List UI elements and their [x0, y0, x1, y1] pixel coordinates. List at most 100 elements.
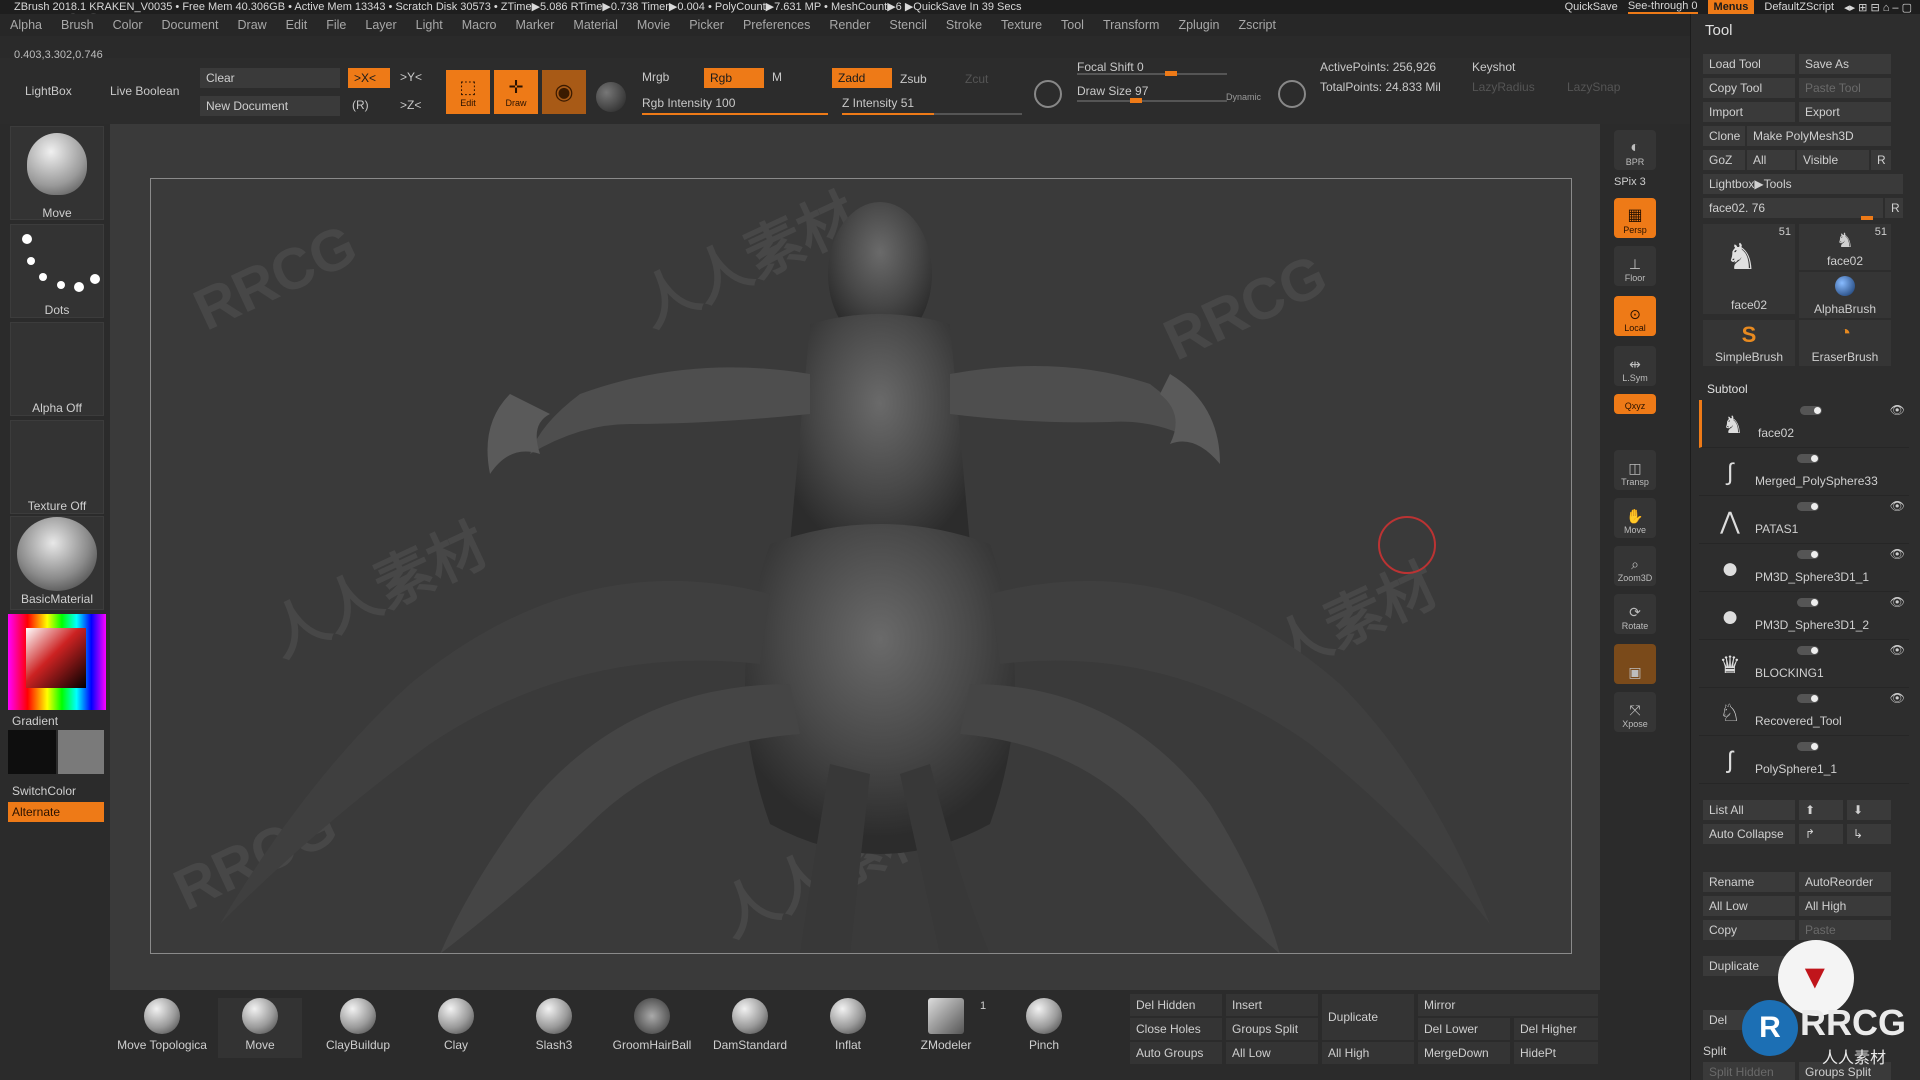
draw-button[interactable]: ✛ Draw — [494, 70, 538, 114]
brush-damstandard[interactable]: DamStandard — [708, 998, 792, 1058]
goz-r-button[interactable]: R — [1871, 150, 1891, 170]
brush-move-topological[interactable]: Move Topologica — [117, 998, 207, 1058]
import-button[interactable]: Import — [1703, 102, 1795, 122]
menu-picker[interactable]: Picker — [689, 18, 724, 32]
subtool-row[interactable]: ♛ 👁 BLOCKING1 — [1699, 640, 1909, 688]
bpr-button[interactable]: ◐ BPR — [1614, 130, 1656, 170]
brush-slash3[interactable]: Slash3 — [512, 998, 596, 1058]
all-low-bottom-button[interactable]: All Low — [1226, 1042, 1318, 1064]
alternate-button[interactable]: Alternate — [8, 802, 104, 822]
tool-slider-r-button[interactable]: R — [1885, 198, 1903, 218]
tool-thumb-face02[interactable]: ♞ 51 face02 — [1799, 224, 1891, 270]
copy-subtool-button[interactable]: Copy — [1703, 920, 1795, 940]
subtool-header[interactable]: Subtool — [1707, 382, 1748, 396]
menu-material[interactable]: Material — [573, 18, 617, 32]
tool-slider-knob[interactable] — [1861, 216, 1873, 220]
subtool-row[interactable]: ● 👁 PM3D_Sphere3D1_1 — [1699, 544, 1909, 592]
close-holes-button[interactable]: Close Holes — [1130, 1018, 1222, 1040]
subtool-toggle[interactable] — [1800, 406, 1822, 415]
zcut-button[interactable]: Zcut — [965, 72, 988, 86]
m-button[interactable]: M — [772, 70, 782, 84]
menu-document[interactable]: Document — [162, 18, 219, 32]
eye-icon[interactable]: 👁 — [1890, 691, 1905, 705]
rgb-intensity-slider[interactable]: Rgb Intensity 100 — [642, 96, 735, 110]
brush-pinch[interactable]: Pinch — [1002, 998, 1086, 1058]
subtool-toggle[interactable] — [1797, 694, 1819, 703]
all-high-button[interactable]: All High — [1799, 896, 1891, 916]
tool-thumb-eraserbrush[interactable]: ◔ EraserBrush — [1799, 320, 1891, 366]
tool-thumb-alphabrush[interactable]: AlphaBrush — [1799, 272, 1891, 318]
rgb-intensity-track[interactable] — [642, 113, 828, 115]
auto-collapse-button[interactable]: Auto Collapse — [1703, 824, 1795, 844]
paste-subtool-button[interactable]: Paste — [1799, 920, 1891, 940]
lightbox-button[interactable]: LightBox — [25, 84, 72, 98]
focal-shift-icon[interactable] — [1034, 80, 1062, 108]
subtool-row[interactable]: ♘ 👁 Recovered_Tool — [1699, 688, 1909, 736]
persp-button[interactable]: ▦ Persp — [1614, 198, 1656, 238]
clone-button[interactable]: Clone — [1703, 126, 1745, 146]
menu-movie[interactable]: Movie — [637, 18, 670, 32]
rgb-button[interactable]: Rgb — [704, 68, 764, 88]
menu-stencil[interactable]: Stencil — [889, 18, 927, 32]
focal-shift-track[interactable] — [1077, 73, 1227, 75]
secondary-color-swatch[interactable] — [58, 730, 104, 774]
z-intensity-slider[interactable]: Z Intensity 51 — [842, 96, 914, 110]
subtool-toggle[interactable] — [1797, 502, 1819, 511]
dynamic-toggle[interactable]: Dynamic — [1226, 92, 1261, 102]
window-controls-icon[interactable]: ◂▸ ⊞ ⊟ ⌂ – ▢ — [1844, 1, 1912, 14]
color-picker[interactable] — [8, 614, 106, 710]
clear-button[interactable]: Clear — [200, 68, 340, 88]
auto-groups-button[interactable]: Auto Groups — [1130, 1042, 1222, 1064]
menu-layer[interactable]: Layer — [365, 18, 396, 32]
menu-zplugin[interactable]: Zplugin — [1178, 18, 1219, 32]
seethrough-slider[interactable]: See-through 0 — [1627, 0, 1698, 14]
brush-move[interactable]: Move — [218, 998, 302, 1058]
live-boolean-button[interactable]: Live Boolean — [110, 84, 179, 98]
local-button[interactable]: ⊙ Local — [1614, 296, 1656, 336]
subtool-row[interactable]: ⋀ 👁 PATAS1 — [1699, 496, 1909, 544]
zadd-button[interactable]: Zadd — [832, 68, 892, 88]
all-high-bottom-button[interactable]: All High — [1322, 1042, 1414, 1064]
menu-stroke[interactable]: Stroke — [946, 18, 982, 32]
menu-draw[interactable]: Draw — [238, 18, 267, 32]
xpose-button[interactable]: ⤧ Xpose — [1614, 692, 1656, 732]
gradient-label[interactable]: Gradient — [12, 714, 106, 728]
del-lower-button[interactable]: Del Lower — [1418, 1018, 1510, 1040]
goz-button[interactable]: GoZ — [1703, 150, 1745, 170]
keyshot-button[interactable]: Keyshot — [1472, 60, 1515, 74]
new-document-button[interactable]: New Document — [200, 96, 340, 116]
all-low-button[interactable]: All Low — [1703, 896, 1795, 916]
menu-file[interactable]: File — [326, 18, 346, 32]
hidept-button[interactable]: HidePt — [1514, 1042, 1598, 1064]
switchcolor-button[interactable]: SwitchColor — [12, 784, 106, 798]
lazy-radius-slider[interactable]: LazyRadius — [1472, 80, 1535, 94]
draw-size-knob[interactable] — [1130, 98, 1142, 103]
z-symmetry-toggle[interactable]: >Z< — [400, 98, 421, 112]
dynamic-icon[interactable] — [1278, 80, 1306, 108]
subtool-toggle[interactable] — [1797, 550, 1819, 559]
transp-button[interactable]: ◫ Transp — [1614, 450, 1656, 490]
tool-slider[interactable]: face02. 76 — [1703, 198, 1883, 218]
menu-macro[interactable]: Macro — [462, 18, 497, 32]
subtool-row[interactable]: ʃ PolySphere1_1 — [1699, 736, 1909, 784]
menu-edit[interactable]: Edit — [286, 18, 308, 32]
material-button[interactable]: ◉ — [542, 70, 586, 114]
rotate-button[interactable]: ⟳ Rotate — [1614, 594, 1656, 634]
save-as-button[interactable]: Save As — [1799, 54, 1891, 74]
lsym-button[interactable]: ⇹ L.Sym — [1614, 346, 1656, 386]
mergedown-button[interactable]: MergeDown — [1418, 1042, 1510, 1064]
brush-claybuildup[interactable]: ClayBuildup — [316, 998, 400, 1058]
load-tool-button[interactable]: Load Tool — [1703, 54, 1795, 74]
tool-thumb-face02-large[interactable]: ♞ 51 face02 — [1703, 224, 1795, 314]
spix-slider[interactable]: SPix 3 — [1614, 176, 1646, 188]
z-intensity-track[interactable] — [842, 113, 1022, 115]
goz-visible-button[interactable]: Visible — [1797, 150, 1869, 170]
focal-shift-knob[interactable] — [1165, 71, 1177, 76]
list-all-button[interactable]: List All — [1703, 800, 1795, 820]
menu-render[interactable]: Render — [829, 18, 870, 32]
focal-shift-slider[interactable]: Focal Shift 0 — [1077, 60, 1144, 74]
paste-tool-button[interactable]: Paste Tool — [1799, 78, 1891, 98]
subtool-row[interactable]: ♞ 👁 face02 — [1699, 400, 1909, 448]
eye-icon[interactable]: 👁 — [1890, 499, 1905, 513]
menu-marker[interactable]: Marker — [516, 18, 555, 32]
